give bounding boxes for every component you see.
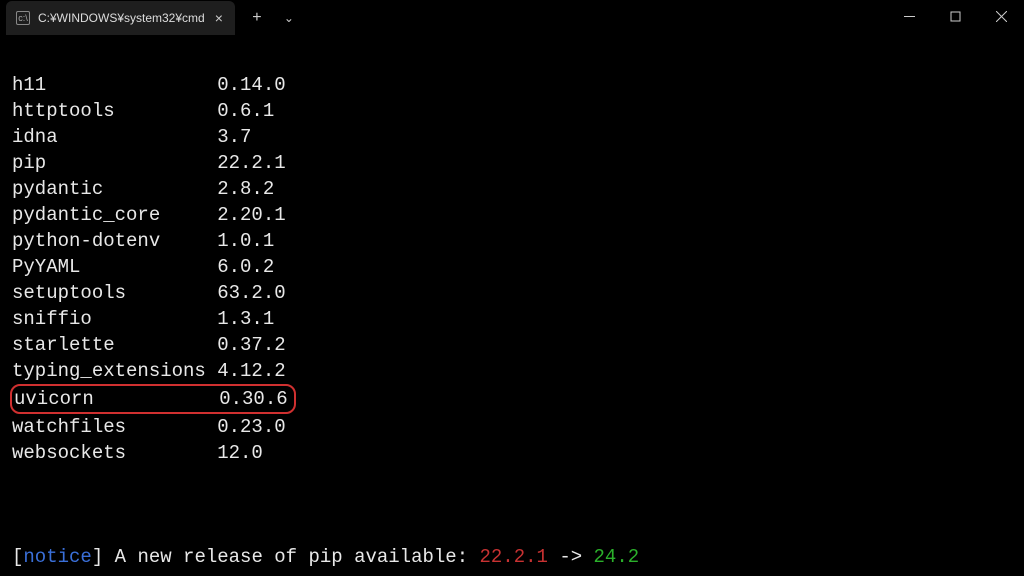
package-name: idna (12, 124, 217, 150)
package-name: watchfiles (12, 414, 217, 440)
package-version: 12.0 (217, 440, 263, 466)
tab-controls: + ⌄ (243, 4, 303, 32)
cmd-icon: c:\ (16, 11, 30, 25)
window-controls (886, 0, 1024, 36)
package-name: starlette (12, 332, 217, 358)
package-row: typing_extensions4.12.2 (12, 358, 1012, 384)
package-list: h110.14.0httptools0.6.1idna3.7pip22.2.1p… (12, 72, 1012, 466)
tab-area: c:\ C:¥WINDOWS¥system32¥cmd × + ⌄ (0, 0, 303, 36)
new-tab-button[interactable]: + (243, 4, 271, 32)
package-row: starlette0.37.2 (12, 332, 1012, 358)
package-name: pip (12, 150, 217, 176)
pip-to-version: 24.2 (594, 546, 640, 568)
package-version: 0.37.2 (217, 332, 285, 358)
package-version: 2.20.1 (217, 202, 285, 228)
package-version: 0.14.0 (217, 72, 285, 98)
package-name: pydantic_core (12, 202, 217, 228)
package-version: 6.0.2 (217, 254, 274, 280)
package-row: h110.14.0 (12, 72, 1012, 98)
package-name: PyYAML (12, 254, 217, 280)
package-row: pip22.2.1 (12, 150, 1012, 176)
package-row: httptools0.6.1 (12, 98, 1012, 124)
minimize-button[interactable] (886, 0, 932, 32)
titlebar: c:\ C:¥WINDOWS¥system32¥cmd × + ⌄ (0, 0, 1024, 36)
notice-tag: notice (23, 546, 91, 568)
package-version: 4.12.2 (217, 358, 285, 384)
package-row: watchfiles0.23.0 (12, 414, 1012, 440)
terminal-tab[interactable]: c:\ C:¥WINDOWS¥system32¥cmd × (6, 1, 235, 35)
notice-line-1: [notice] A new release of pip available:… (12, 544, 1012, 570)
package-name: uvicorn (14, 386, 219, 412)
package-row: websockets12.0 (12, 440, 1012, 466)
tab-title: C:¥WINDOWS¥system32¥cmd (38, 11, 205, 25)
package-name: websockets (12, 440, 217, 466)
blank-line (12, 492, 1012, 518)
package-version: 63.2.0 (217, 280, 285, 306)
close-window-button[interactable] (978, 0, 1024, 32)
package-version: 22.2.1 (217, 150, 285, 176)
package-row: pydantic_core2.20.1 (12, 202, 1012, 228)
package-name: sniffio (12, 306, 217, 332)
package-name: pydantic (12, 176, 217, 202)
package-row: sniffio1.3.1 (12, 306, 1012, 332)
tab-dropdown-button[interactable]: ⌄ (275, 4, 303, 32)
pip-from-version: 22.2.1 (480, 546, 548, 568)
close-tab-button[interactable]: × (213, 10, 225, 26)
package-version: 1.0.1 (217, 228, 274, 254)
package-name: h11 (12, 72, 217, 98)
package-name: python-dotenv (12, 228, 217, 254)
package-name: setuptools (12, 280, 217, 306)
package-row: uvicorn0.30.6 (12, 384, 1012, 414)
terminal-output[interactable]: h110.14.0httptools0.6.1idna3.7pip22.2.1p… (0, 36, 1024, 576)
package-row: pydantic2.8.2 (12, 176, 1012, 202)
package-version: 1.3.1 (217, 306, 274, 332)
package-row: setuptools63.2.0 (12, 280, 1012, 306)
package-row: PyYAML6.0.2 (12, 254, 1012, 280)
highlighted-package: uvicorn0.30.6 (10, 384, 296, 414)
package-version: 0.23.0 (217, 414, 285, 440)
package-version: 2.8.2 (217, 176, 274, 202)
package-name: typing_extensions (12, 358, 217, 384)
package-version: 0.30.6 (219, 386, 287, 412)
package-name: httptools (12, 98, 217, 124)
package-version: 0.6.1 (217, 98, 274, 124)
maximize-button[interactable] (932, 0, 978, 32)
package-version: 3.7 (217, 124, 251, 150)
package-row: idna3.7 (12, 124, 1012, 150)
package-row: python-dotenv1.0.1 (12, 228, 1012, 254)
